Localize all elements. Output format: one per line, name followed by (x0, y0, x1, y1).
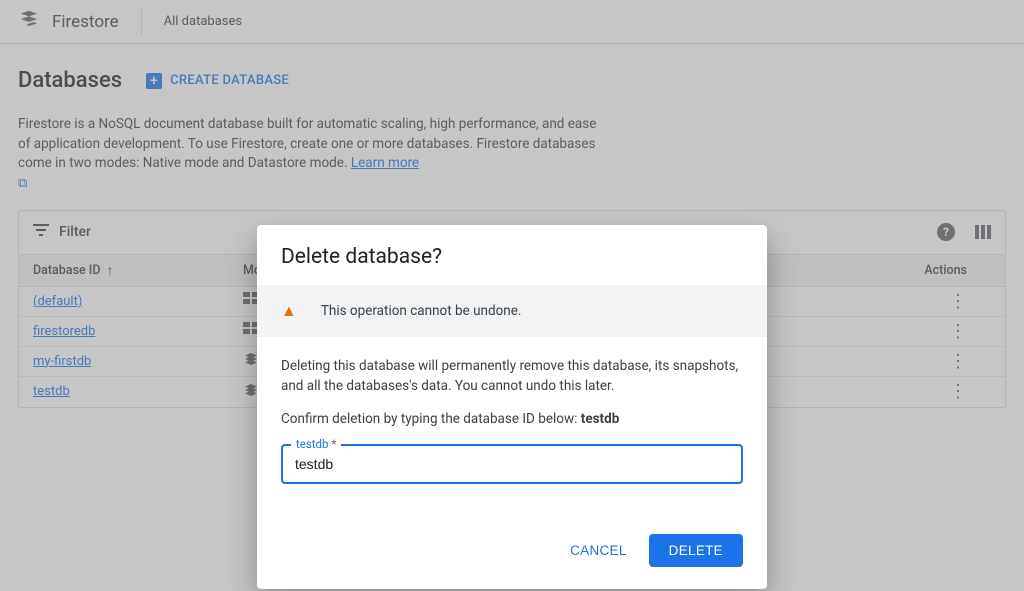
required-asterisk: * (331, 437, 336, 451)
dialog-footer: CANCEL DELETE (257, 514, 767, 589)
field-label: testdb * (291, 436, 341, 453)
warning-text: This operation cannot be undone. (321, 303, 522, 319)
dialog-warning-banner: ▲ This operation cannot be undone. (257, 285, 767, 337)
confirm-instruction: Confirm deletion by typing the database … (281, 410, 743, 430)
field-label-text: testdb (296, 437, 329, 451)
delete-explanation: Deleting this database will permanently … (281, 357, 743, 396)
cancel-button[interactable]: CANCEL (560, 534, 637, 567)
confirm-prefix: Confirm deletion by typing the database … (281, 411, 581, 427)
delete-database-dialog: Delete database? ▲ This operation cannot… (257, 225, 767, 589)
delete-button[interactable]: DELETE (649, 534, 743, 567)
warning-icon: ▲ (281, 301, 297, 321)
dialog-body: Deleting this database will permanently … (257, 337, 767, 484)
confirm-target-id: testdb (581, 411, 620, 427)
confirm-database-id-input[interactable] (281, 444, 743, 484)
dialog-title: Delete database? (257, 225, 767, 285)
confirm-input-wrapper: testdb * (281, 444, 743, 484)
